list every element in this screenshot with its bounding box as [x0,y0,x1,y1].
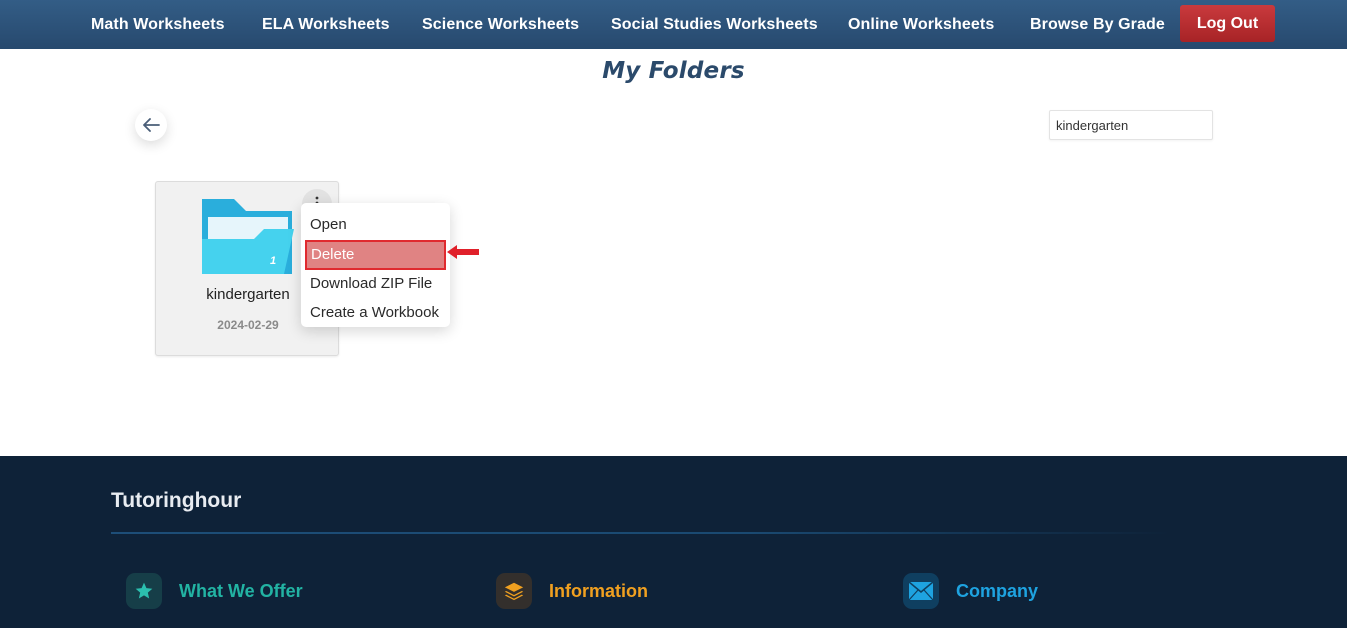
footer-section-label: What We Offer [179,580,303,601]
nav-science-worksheets[interactable]: Science Worksheets [422,14,579,36]
nav-ela-worksheets[interactable]: ELA Worksheets [262,14,390,36]
back-button[interactable] [135,109,167,141]
arrow-left-icon [143,118,160,132]
footer: Tutoringhour What We Offer Information C… [0,456,1347,628]
nav-social-studies-worksheets[interactable]: Social Studies Worksheets [611,14,818,36]
menu-item-open[interactable]: Open [301,211,450,240]
top-navigation: Math Worksheets ELA Worksheets Science W… [0,0,1347,49]
star-icon [126,573,162,609]
nav-online-worksheets[interactable]: Online Worksheets [848,14,994,36]
envelope-icon [903,573,939,609]
folder-item-count: 1 [270,255,277,267]
folder-context-menu: Open Delete Download ZIP File Create a W… [301,203,450,327]
footer-divider [111,532,1171,534]
menu-item-download-zip[interactable]: Download ZIP File [301,270,450,299]
page-title: My Folders [602,58,745,84]
pointer-arrow-icon [447,245,479,259]
menu-item-create-workbook[interactable]: Create a Workbook [301,299,450,328]
footer-section-company[interactable]: Company [903,573,1038,609]
footer-section-label: Information [549,580,648,601]
logout-button[interactable]: Log Out [1180,5,1275,42]
folder-icon [202,199,294,274]
footer-brand: Tutoringhour [111,489,242,512]
footer-section-information[interactable]: Information [496,573,648,609]
footer-section-what-we-offer[interactable]: What We Offer [126,573,303,609]
nav-browse-by-grade[interactable]: Browse By Grade [1030,14,1165,36]
layers-icon [496,573,532,609]
nav-math-worksheets[interactable]: Math Worksheets [91,14,225,36]
search-input[interactable] [1049,110,1213,140]
footer-section-label: Company [956,580,1039,601]
menu-item-delete[interactable]: Delete [305,240,446,270]
